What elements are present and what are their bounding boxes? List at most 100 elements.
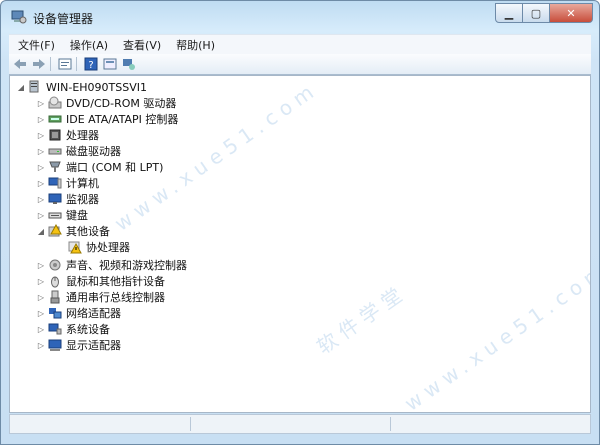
expand-triangle-icon[interactable]: ▷ [36, 261, 46, 270]
menu-file[interactable]: 文件(F) [12, 37, 61, 53]
close-button[interactable]: ✕ [550, 3, 593, 23]
forward-button[interactable] [31, 56, 47, 72]
watermark-text: www.xue51.com [400, 256, 591, 413]
tree-item-label: 通用串行总线控制器 [66, 291, 165, 304]
title-bar[interactable]: 设备管理器 ▁ ▢ ✕ [1, 1, 599, 34]
expand-triangle-icon[interactable]: ▷ [36, 293, 46, 302]
properties-icon [58, 58, 72, 70]
expand-triangle-icon[interactable]: ▷ [36, 131, 46, 140]
tree-item-label: DVD/CD-ROM 驱动器 [66, 97, 177, 110]
minimize-button[interactable]: ▁ [495, 3, 523, 23]
tree-item-label: 磁盘驱动器 [66, 145, 121, 158]
expand-triangle-icon[interactable]: ▷ [36, 99, 46, 108]
toolbar-separator [50, 57, 51, 71]
usb-icon [50, 290, 60, 304]
expand-triangle-icon[interactable]: ▷ [36, 325, 46, 334]
svg-text:?: ? [88, 60, 93, 71]
expand-triangle-icon[interactable]: ▷ [36, 195, 46, 204]
status-divider [390, 417, 391, 431]
keyboard-icon [48, 212, 62, 219]
tree-item-label: 键盘 [66, 209, 88, 222]
window-title: 设备管理器 [33, 12, 94, 26]
mouse-icon [51, 276, 59, 288]
expand-triangle-icon[interactable]: ▷ [36, 341, 46, 350]
tree-item-display[interactable]: ▷ 显示适配器 [36, 337, 121, 353]
expand-triangle-icon[interactable]: ▷ [36, 211, 46, 220]
tree-item-mouse[interactable]: ▷ 鼠标和其他指针设备 [36, 273, 165, 289]
sound-icon [49, 259, 61, 271]
minimize-icon: ▁ [504, 6, 514, 20]
dvd-drive-icon [48, 96, 62, 109]
toolbar-separator [76, 57, 77, 71]
tree-item-network[interactable]: ▷ 网络适配器 [36, 305, 121, 321]
tree-item-sound[interactable]: ▷ 声音、视频和游戏控制器 [36, 257, 187, 273]
tree-root-label: WIN-EH090TSSVI1 [46, 80, 147, 94]
tree-item-system[interactable]: ▷ 系统设备 [36, 321, 110, 337]
help-icon: ? [84, 57, 98, 71]
status-bar [9, 414, 591, 434]
computer-icon [29, 80, 39, 93]
tree-item-dvd[interactable]: ▷ DVD/CD-ROM 驱动器 [36, 95, 176, 111]
back-button[interactable] [12, 56, 28, 72]
disk-drive-icon [48, 148, 62, 155]
maximize-icon: ▢ [530, 6, 542, 20]
menu-bar: 文件(F) 操作(A) 查看(V) 帮助(H) [9, 34, 591, 55]
forward-arrow-icon [33, 59, 45, 69]
device-tree[interactable]: ◢ WIN-EH090TSSVI1 ▷ DVD/CD-ROM 驱动器 ▷ IDE… [9, 75, 591, 413]
expand-triangle-icon[interactable]: ▷ [36, 277, 46, 286]
watermark-text: 软件学堂 [312, 279, 412, 359]
tree-item-label: 系统设备 [66, 323, 110, 336]
menu-action[interactable]: 操作(A) [64, 37, 114, 53]
menu-help[interactable]: 帮助(H) [170, 37, 221, 53]
other-devices-icon [48, 224, 62, 237]
expand-triangle-icon[interactable]: ▷ [36, 115, 46, 124]
tree-item-port[interactable]: ▷ 端口 (COM 和 LPT) [36, 159, 163, 175]
device-manager-icon [11, 10, 27, 24]
status-divider [190, 417, 191, 431]
properties-button[interactable] [57, 56, 73, 72]
tree-item-other-devices[interactable]: ◢ 其他设备 [36, 223, 110, 239]
close-icon: ✕ [566, 6, 576, 20]
tree-item-label: 网络适配器 [66, 307, 121, 320]
computer-icon [48, 177, 62, 189]
network-adapter-icon [49, 308, 62, 319]
port-icon [49, 161, 61, 172]
tree-root[interactable]: ◢ WIN-EH090TSSVI1 [16, 79, 147, 95]
tree-item-monitor[interactable]: ▷ 监视器 [36, 191, 99, 207]
tree-item-usb[interactable]: ▷ 通用串行总线控制器 [36, 289, 165, 305]
back-arrow-icon [14, 59, 26, 69]
collapse-triangle-icon[interactable]: ◢ [36, 227, 46, 236]
tree-item-label: 计算机 [66, 177, 99, 190]
expand-triangle-icon[interactable]: ▷ [36, 147, 46, 156]
maximize-button[interactable]: ▢ [523, 3, 550, 23]
warning-device-icon [68, 241, 82, 254]
tree-item-processor[interactable]: ▷ 处理器 [36, 127, 99, 143]
computer-button[interactable] [121, 56, 137, 72]
window-controls: ▁ ▢ ✕ [495, 3, 593, 23]
system-devices-icon [48, 323, 62, 335]
tree-item-coprocessor[interactable]: 协处理器 [56, 239, 130, 255]
tree-item-label: 处理器 [66, 129, 99, 142]
monitor-icon [48, 193, 62, 204]
tree-item-label: IDE ATA/ATAPI 控制器 [66, 113, 179, 126]
computer-icon [123, 59, 135, 70]
expand-triangle-icon[interactable]: ▷ [36, 309, 46, 318]
help-button[interactable]: ? [83, 56, 99, 72]
device-manager-window: 设备管理器 ▁ ▢ ✕ 文件(F) 操作(A) 查看(V) 帮助(H) ? ◢ … [0, 0, 600, 445]
expand-triangle-icon[interactable]: ▷ [36, 163, 46, 172]
scan-icon [103, 58, 117, 70]
scan-button[interactable] [102, 56, 118, 72]
processor-icon [49, 129, 61, 141]
tree-item-label: 端口 (COM 和 LPT) [66, 161, 164, 174]
tree-item-keyboard[interactable]: ▷ 键盘 [36, 207, 88, 223]
toolbar: ? [9, 54, 591, 75]
tree-item-label: 显示适配器 [66, 339, 121, 352]
tree-item-label: 监视器 [66, 193, 99, 206]
menu-view[interactable]: 查看(V) [117, 37, 167, 53]
tree-item-disk[interactable]: ▷ 磁盘驱动器 [36, 143, 121, 159]
tree-item-label: 声音、视频和游戏控制器 [66, 259, 187, 272]
collapse-triangle-icon[interactable]: ◢ [16, 83, 26, 92]
tree-item-ide[interactable]: ▷ IDE ATA/ATAPI 控制器 [36, 111, 178, 127]
expand-triangle-icon[interactable]: ▷ [36, 179, 46, 188]
tree-item-computer[interactable]: ▷ 计算机 [36, 175, 99, 191]
